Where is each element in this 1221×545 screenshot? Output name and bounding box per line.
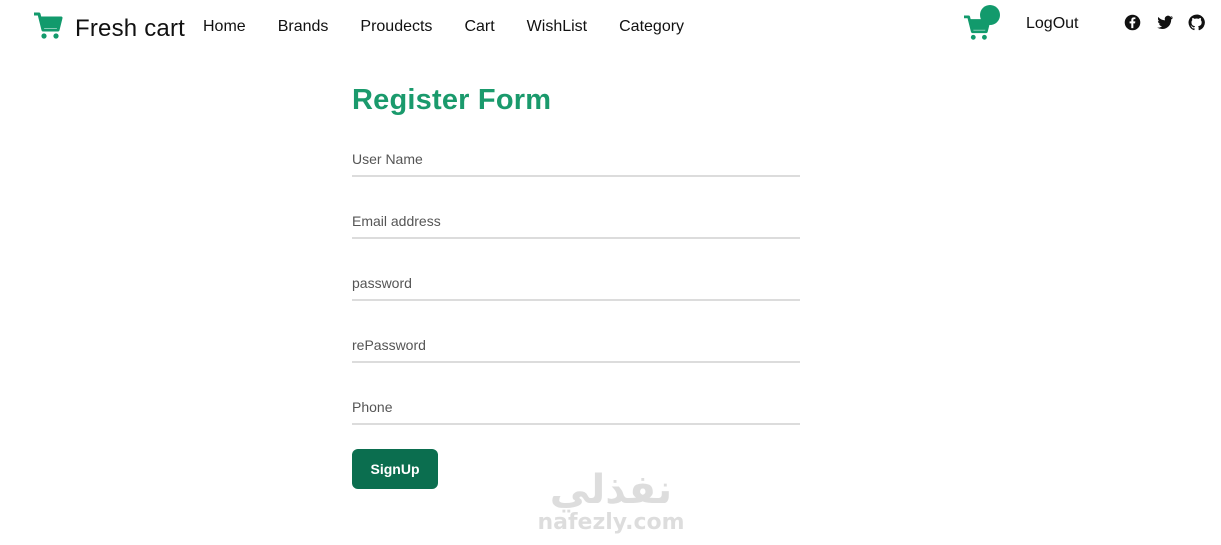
email-field-wrapper bbox=[352, 205, 800, 267]
nav-link-home[interactable]: Home bbox=[203, 18, 246, 36]
nav-link-brands[interactable]: Brands bbox=[278, 18, 329, 36]
brand[interactable]: Fresh cart bbox=[33, 12, 185, 45]
form-title: Register Form bbox=[352, 84, 552, 116]
github-icon[interactable] bbox=[1188, 14, 1206, 32]
nav-link-cart[interactable]: Cart bbox=[464, 18, 494, 36]
navbar: Fresh cart Home Brands Proudects Cart Wi… bbox=[0, 0, 1221, 56]
username-field-wrapper bbox=[352, 143, 800, 205]
cart-count-badge bbox=[980, 5, 1000, 25]
cart-button[interactable] bbox=[963, 5, 1003, 43]
nav-link-products[interactable]: Proudects bbox=[360, 18, 432, 36]
email-input[interactable] bbox=[352, 205, 800, 239]
phone-field-wrapper bbox=[352, 391, 800, 453]
logout-link[interactable]: LogOut bbox=[1026, 15, 1078, 33]
watermark-arabic: نفذلي bbox=[549, 468, 673, 512]
signup-button[interactable]: SignUp bbox=[352, 449, 438, 489]
repassword-input[interactable] bbox=[352, 329, 800, 363]
password-input[interactable] bbox=[352, 267, 800, 301]
phone-input[interactable] bbox=[352, 391, 800, 425]
password-field-wrapper bbox=[352, 267, 800, 329]
nav-link-category[interactable]: Category bbox=[619, 18, 684, 36]
nav-link-wishlist[interactable]: WishList bbox=[527, 18, 587, 36]
watermark-latin: nafezly.com bbox=[537, 510, 685, 535]
brand-title: Fresh cart bbox=[75, 14, 186, 42]
repassword-field-wrapper bbox=[352, 329, 800, 391]
facebook-icon[interactable] bbox=[1124, 14, 1142, 32]
nav-links: Home Brands Proudects Cart WishList Cate… bbox=[203, 18, 716, 36]
twitter-icon[interactable] bbox=[1156, 14, 1174, 32]
register-form: Register Form SignUp bbox=[352, 84, 800, 489]
shopping-cart-icon bbox=[33, 12, 63, 45]
username-input[interactable] bbox=[352, 143, 800, 177]
watermark: نفذلي nafezly.com bbox=[536, 470, 686, 545]
